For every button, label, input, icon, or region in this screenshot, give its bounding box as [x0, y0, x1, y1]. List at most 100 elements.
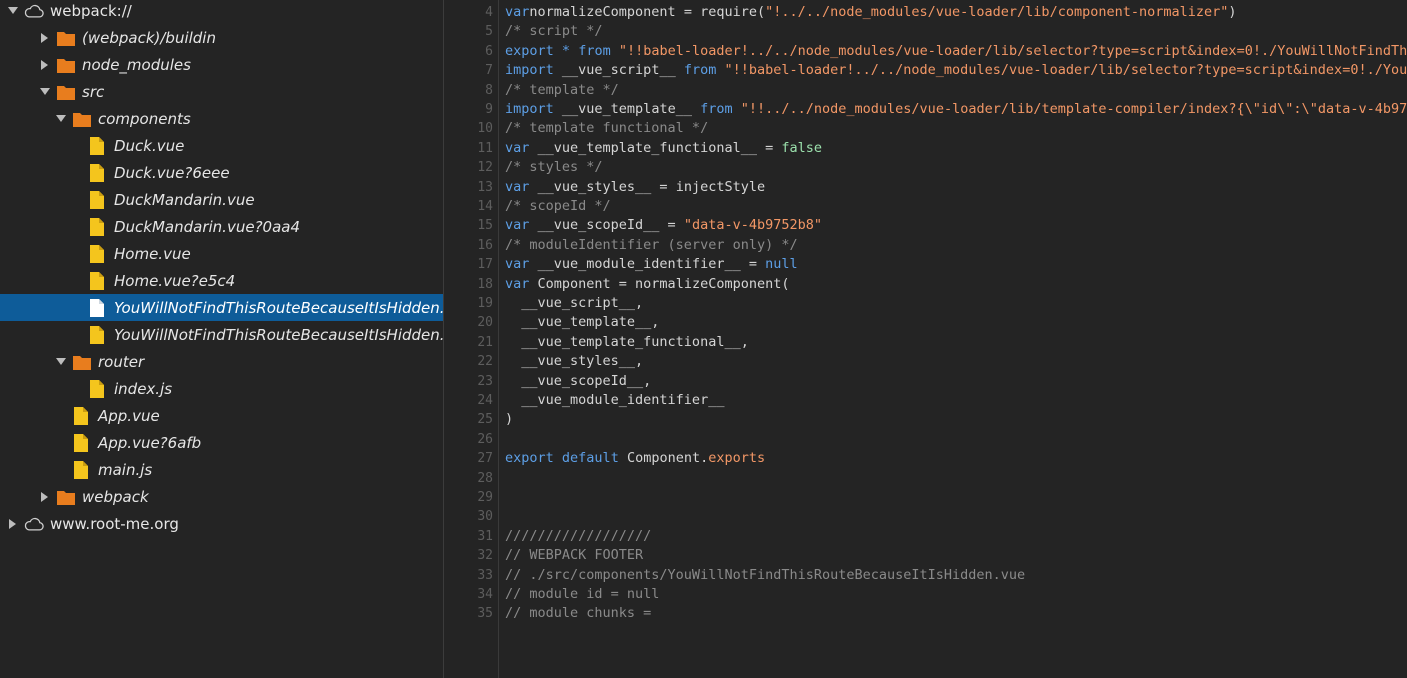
tree-folder-item[interactable]: router — [0, 348, 443, 375]
tree-file-item[interactable]: Home.vue?e5c4 — [0, 267, 443, 294]
code-line: varnormalizeComponent = require("!../../… — [505, 3, 1237, 22]
tree-folder-item[interactable]: (webpack)/buildin — [0, 24, 443, 51]
chevron-down-icon[interactable] — [40, 87, 50, 97]
tree-file-item[interactable]: YouWillNotFindThisRouteBecauseItIsHidden… — [0, 294, 443, 321]
tree-folder-item[interactable]: components — [0, 105, 443, 132]
code-token: export — [505, 450, 554, 467]
chevron-down-icon[interactable] — [8, 6, 18, 16]
tree-file-item[interactable]: DuckMandarin.vue — [0, 186, 443, 213]
code-token: "!!babel-loader!../../node_modules/vue-l… — [724, 62, 1407, 79]
code-token: default — [561, 450, 619, 467]
tree-item-label: router — [98, 352, 145, 371]
file-tree-panel: webpack:// (webpack)/buildin node_moduless… — [0, 0, 444, 678]
code-line: /* template */ — [505, 81, 619, 100]
file-icon — [72, 406, 92, 426]
tree-item-label: Home.vue — [114, 244, 191, 263]
tree-item-label: src — [82, 82, 105, 101]
code-line: var __vue_styles__ = injectStyle — [505, 178, 765, 197]
line-number: 26 — [477, 431, 493, 447]
tree-item-label: webpack:// — [50, 1, 132, 20]
tree-file-item[interactable]: Duck.vue?6eee — [0, 159, 443, 186]
line-number: 6 — [485, 43, 493, 59]
tree-file-item[interactable]: index.js — [0, 375, 443, 402]
chevron-right-icon[interactable] — [40, 32, 50, 43]
tree-item-label: webpack — [82, 487, 149, 506]
code-token: __vue_module_identifier__ — [505, 392, 725, 408]
code-token: __vue_module_identifier__ = — [529, 256, 766, 273]
file-icon — [72, 460, 92, 480]
file-icon — [88, 217, 108, 237]
tree-file-item[interactable]: App.vue — [0, 402, 443, 429]
code-token: /* template functional */ — [505, 120, 709, 137]
line-number: 5 — [485, 24, 493, 40]
code-token: /* scopeId */ — [505, 198, 611, 214]
code-line: /* scopeId */ — [505, 197, 611, 216]
tree-item-label: main.js — [98, 460, 153, 479]
cloud-icon — [24, 514, 44, 534]
code-token: ) — [1228, 4, 1237, 20]
tree-folder-item[interactable]: webpack — [0, 483, 443, 510]
tree-folder-item[interactable]: src — [0, 78, 443, 105]
tree-file-item[interactable]: YouWillNotFindThisRouteBecauseItIsHidden… — [0, 321, 443, 348]
line-number: 8 — [485, 82, 493, 98]
code-token: Component. — [618, 450, 709, 467]
code-token: var — [505, 4, 530, 20]
code-token: __vue_template_functional__, — [505, 333, 749, 350]
line-number: 17 — [477, 257, 493, 273]
code-token: Component = normalizeComponent( — [529, 275, 790, 292]
line-number: 25 — [477, 412, 493, 428]
code-editor[interactable]: varnormalizeComponent = require("!../../… — [499, 0, 1407, 678]
chevron-down-icon[interactable] — [56, 357, 66, 367]
code-line: __vue_template_functional__, — [505, 333, 749, 352]
tree-item-label: components — [98, 109, 191, 128]
code-token: from — [683, 62, 717, 79]
line-number: 13 — [477, 179, 493, 195]
code-token: import — [505, 101, 554, 117]
line-number: 32 — [477, 548, 493, 564]
line-number: 20 — [477, 315, 493, 331]
line-number: 15 — [477, 218, 493, 234]
folder-icon — [56, 487, 76, 507]
tree-file-item[interactable]: DuckMandarin.vue?0aa4 — [0, 213, 443, 240]
tree-folder-item[interactable]: node_modules — [0, 51, 443, 78]
line-number: 33 — [477, 567, 493, 583]
code-line: var Component = normalizeComponent( — [505, 275, 789, 294]
file-icon — [88, 325, 108, 345]
line-number: 19 — [477, 296, 493, 311]
code-line: __vue_styles__, — [505, 352, 643, 371]
chevron-right-icon[interactable] — [8, 518, 18, 529]
tree-file-item[interactable]: Duck.vue — [0, 132, 443, 159]
code-line: __vue_module_identifier__ — [505, 391, 724, 410]
tree-item-label: www.root-me.org — [50, 514, 179, 533]
chevron-right-icon[interactable] — [40, 491, 50, 502]
tree-item-label: Duck.vue?6eee — [114, 163, 230, 182]
code-token: __vue_script__ — [553, 62, 684, 79]
folder-icon — [72, 352, 92, 372]
tree-file-item[interactable]: App.vue?6afb — [0, 429, 443, 456]
tree-item-label: App.vue — [98, 406, 160, 425]
code-line: ////////////////// — [505, 527, 651, 546]
code-token: __vue_template__, — [505, 314, 660, 331]
code-token: /* template */ — [505, 81, 619, 98]
code-token: var — [505, 139, 530, 156]
code-line: // module id = null — [505, 585, 659, 604]
code-token: __vue_script__, — [505, 295, 644, 311]
chevron-right-icon[interactable] — [40, 59, 50, 70]
code-token: "data-v-4b9752b8" — [683, 217, 822, 234]
line-number: 16 — [477, 237, 493, 253]
tree-file-item[interactable]: main.js — [0, 456, 443, 483]
line-number: 31 — [477, 528, 493, 544]
folder-icon — [72, 109, 92, 129]
code-line: /* template functional */ — [505, 119, 708, 138]
code-line: __vue_scopeId__, — [505, 372, 651, 391]
code-token: __vue_styles__ = injectStyle — [529, 178, 766, 195]
tree-file-item[interactable]: Home.vue — [0, 240, 443, 267]
tree-domain-item[interactable]: www.root-me.org — [0, 510, 443, 537]
chevron-down-icon[interactable] — [56, 114, 66, 124]
tree-domain-item[interactable]: webpack:// — [0, 0, 443, 24]
code-token: export — [505, 42, 554, 59]
code-token: from — [700, 101, 733, 117]
